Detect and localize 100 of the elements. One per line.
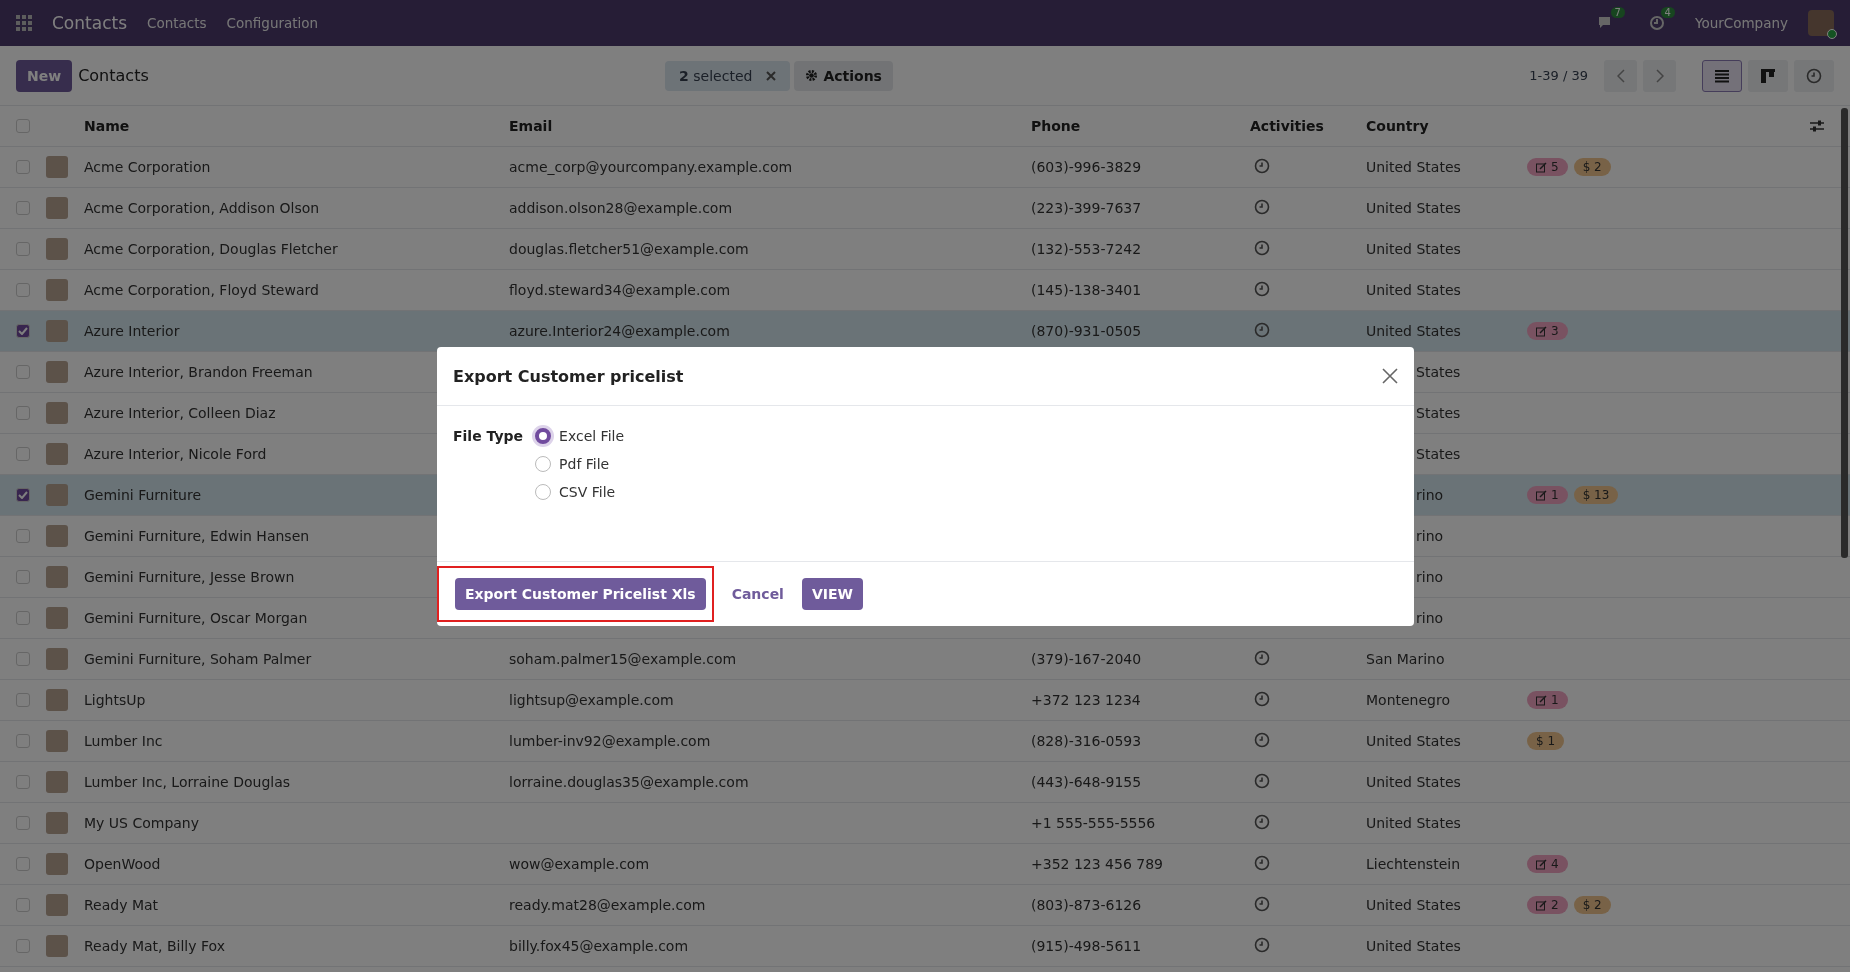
avatar-placeholder	[46, 402, 68, 424]
country-cell: Montenegro	[1366, 692, 1450, 708]
phone-cell: (443)-648-9155	[1031, 774, 1142, 790]
clock-icon	[1254, 690, 1270, 707]
kanban-icon	[1761, 68, 1775, 83]
clock-icon	[1254, 649, 1270, 666]
phone-cell: (132)-553-7242	[1031, 241, 1142, 257]
country-cell: United States	[1366, 159, 1461, 175]
close-icon[interactable]	[1382, 368, 1398, 384]
row-checkbox[interactable]	[16, 529, 30, 543]
country-cell: States	[1416, 405, 1461, 421]
avatar-placeholder	[46, 935, 68, 957]
selection-count: 2 selected	[679, 67, 753, 84]
note-tag: 5	[1527, 158, 1568, 176]
radio-button[interactable]	[535, 428, 552, 444]
row-checkbox[interactable]	[16, 816, 30, 830]
cancel-link[interactable]: Cancel	[721, 578, 794, 610]
clock-icon	[1806, 67, 1822, 84]
column-header[interactable]: Country	[1366, 118, 1429, 134]
phone-cell: (915)-498-5611	[1031, 938, 1142, 954]
menu-item[interactable]: Contacts	[147, 15, 207, 31]
row-checkbox[interactable]	[16, 939, 30, 953]
email-cell: lightsup@example.com	[509, 692, 674, 708]
scrollbar[interactable]	[1841, 108, 1848, 558]
contact-name: Gemini Furniture, Edwin Hansen	[84, 528, 310, 544]
view-switch[interactable]	[1794, 59, 1834, 92]
clock-icon	[1254, 321, 1270, 338]
view-switch[interactable]	[1748, 59, 1788, 92]
column-header[interactable]: Phone	[1031, 118, 1081, 134]
dialog-button[interactable]: VIEW	[801, 578, 863, 610]
amount-tag: $ 13	[1573, 486, 1619, 504]
row-checkbox[interactable]	[16, 734, 30, 748]
email-cell: douglas.fletcher51@example.com	[509, 241, 749, 257]
row-checkbox[interactable]	[16, 324, 30, 338]
clock-icon	[1254, 895, 1270, 912]
email-cell: billy.fox45@example.com	[509, 938, 689, 954]
avatar-placeholder	[46, 812, 68, 834]
row-checkbox[interactable]	[16, 406, 30, 420]
actions-button[interactable]: Actions	[794, 60, 893, 91]
apps-grid-icon[interactable]	[16, 15, 32, 31]
menu-item[interactable]: Configuration	[226, 15, 319, 31]
clock-icon	[1254, 198, 1270, 215]
row-checkbox[interactable]	[16, 652, 30, 666]
radio-option[interactable]: CSV File	[535, 484, 625, 500]
email-cell: ready.mat28@example.com	[509, 897, 706, 913]
email-cell: wow@example.com	[509, 856, 650, 872]
row-checkbox[interactable]	[16, 570, 30, 584]
phone-cell: +1 555-555-5556	[1031, 815, 1156, 831]
edit-icon	[1536, 858, 1547, 870]
select-all-checkbox[interactable]	[16, 119, 30, 133]
country-cell: States	[1416, 446, 1461, 462]
gear-icon	[805, 69, 819, 82]
phone-cell: (379)-167-2040	[1031, 651, 1142, 667]
country-cell: United States	[1366, 733, 1461, 749]
column-header[interactable]: Name	[84, 118, 130, 134]
row-checkbox[interactable]	[16, 283, 30, 297]
sliders-icon[interactable]	[1810, 119, 1824, 133]
phone-cell: +352 123 456 789	[1031, 856, 1163, 872]
edit-icon	[1536, 899, 1547, 911]
company-name[interactable]: YourCompany	[1694, 15, 1788, 31]
country-cell: United States	[1366, 200, 1461, 216]
column-header[interactable]: Email	[509, 118, 553, 134]
edit-icon	[1536, 489, 1547, 501]
row-checkbox[interactable]	[16, 775, 30, 789]
previous-button[interactable]	[1604, 59, 1637, 92]
chevron-left-icon	[1616, 68, 1625, 83]
row-checkbox[interactable]	[16, 611, 30, 625]
view-switch[interactable]	[1702, 59, 1742, 92]
checkmark-icon	[18, 491, 28, 499]
radio-button[interactable]	[535, 456, 552, 472]
avatar-placeholder	[46, 853, 68, 875]
user-avatar[interactable]	[1808, 10, 1834, 36]
row-checkbox[interactable]	[16, 242, 30, 256]
app-name[interactable]: Contacts	[52, 13, 127, 33]
country-cell: Liechtenstein	[1366, 856, 1460, 872]
country-cell: United States	[1366, 241, 1461, 257]
row-checkbox[interactable]	[16, 160, 30, 174]
next-button[interactable]	[1643, 59, 1676, 92]
avatar-placeholder	[46, 279, 68, 301]
row-checkbox[interactable]	[16, 898, 30, 912]
row-checkbox[interactable]	[16, 693, 30, 707]
column-header[interactable]: Activities	[1250, 118, 1324, 134]
row-checkbox[interactable]	[16, 488, 30, 502]
clock-icon[interactable]	[1648, 15, 1665, 31]
row-checkbox[interactable]	[16, 201, 30, 215]
row-checkbox[interactable]	[16, 447, 30, 461]
country-cell: States	[1416, 364, 1461, 380]
radio-button[interactable]	[535, 484, 552, 500]
note-tag: 4	[1527, 855, 1568, 873]
row-checkbox[interactable]	[16, 857, 30, 871]
email-cell: acme_corp@yourcompany.example.com	[509, 159, 793, 175]
phone-cell: (223)-399-7637	[1031, 200, 1142, 216]
dialog-button[interactable]: Export Customer Pricelist Xls	[455, 578, 706, 610]
contact-name: Lumber Inc	[84, 733, 163, 749]
radio-option[interactable]: Excel File	[535, 428, 625, 444]
new-button[interactable]: New	[16, 59, 73, 92]
country-cell: rino	[1416, 610, 1444, 626]
row-checkbox[interactable]	[16, 365, 30, 379]
radio-option[interactable]: Pdf File	[535, 456, 625, 472]
close-icon[interactable]	[766, 70, 777, 81]
